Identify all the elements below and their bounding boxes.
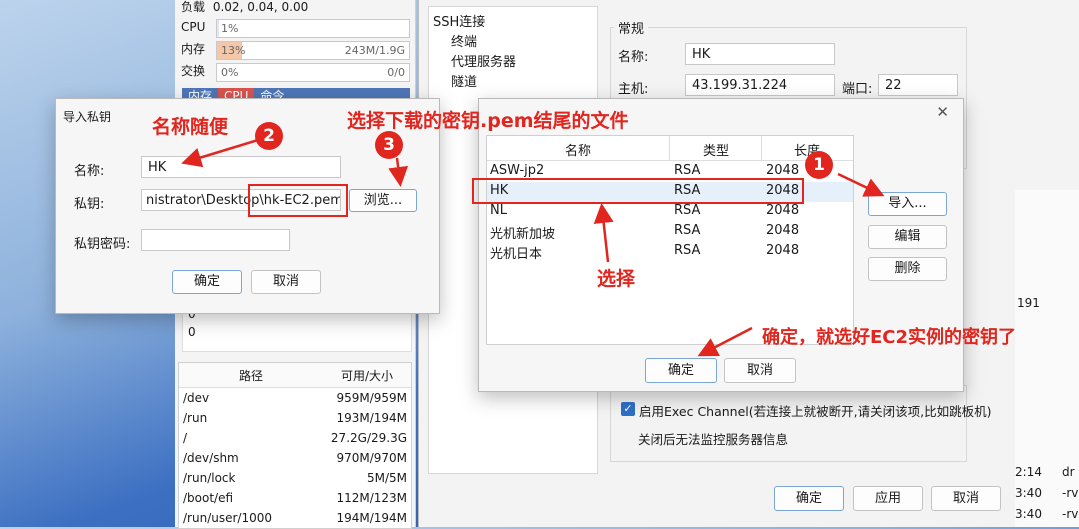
annotation-step-3: 3 — [375, 131, 403, 159]
annotation-step-1: 1 — [805, 151, 833, 179]
annotation-confirm-hint: 确定，就选好EC2实例的密钥了 — [762, 327, 1017, 348]
annotation-select-hint: 选择 — [597, 268, 636, 290]
annotation-file-hint: 选择下载的密钥.pem结尾的文件 — [347, 110, 629, 132]
annotation-arrows — [181, 138, 885, 357]
annotation-step-2: 2 — [255, 122, 283, 150]
annotation-name-hint: 名称随便 — [152, 116, 229, 138]
